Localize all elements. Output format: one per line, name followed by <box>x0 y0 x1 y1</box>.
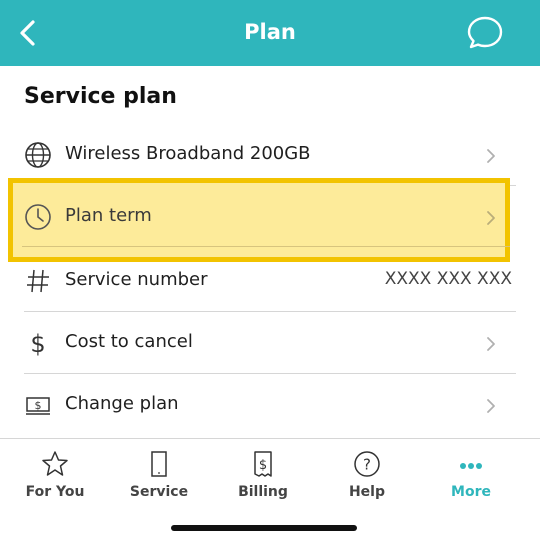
hash-icon <box>27 269 49 293</box>
tab-help[interactable]: ? Help <box>322 449 412 500</box>
svg-text:$: $ <box>30 330 45 357</box>
row-label: Cost to cancel <box>65 331 193 352</box>
billing-icon: $ <box>254 451 272 477</box>
tab-label: For You <box>25 484 85 500</box>
help-icon: ? <box>354 451 380 477</box>
phone-icon <box>151 451 167 477</box>
tab-label: More <box>451 484 491 500</box>
plan-row-wireless-broadband[interactable]: Wireless Broadband 200GB <box>0 124 540 186</box>
row-label: Change plan <box>65 393 179 414</box>
plan-row-cost-to-cancel[interactable]: $ Cost to cancel <box>0 312 540 374</box>
tab-more[interactable]: More <box>426 449 516 500</box>
globe-icon <box>25 142 51 168</box>
clock-icon <box>25 204 51 230</box>
chat-bubble-icon <box>467 16 503 49</box>
top-bar: Plan <box>0 0 540 66</box>
tab-billing[interactable]: $ Billing <box>218 449 308 500</box>
tab-bar: For You Service $ Billing ? Help More <box>0 438 540 519</box>
svg-text:$: $ <box>259 458 267 473</box>
svg-text:$: $ <box>35 399 42 412</box>
divider <box>22 246 510 247</box>
home-indicator <box>171 525 357 531</box>
chevron-right-icon <box>487 337 495 351</box>
plan-row-change-plan[interactable]: $ Change plan <box>0 374 540 436</box>
row-label: Wireless Broadband 200GB <box>65 143 311 164</box>
tab-label: Billing <box>238 484 288 500</box>
dollar-icon: $ <box>30 330 45 357</box>
chevron-right-icon <box>487 149 495 163</box>
tab-for-you[interactable]: For You <box>10 449 100 500</box>
page-title: Plan <box>244 20 296 44</box>
plan-row-plan-term[interactable]: Plan term <box>0 186 540 248</box>
service-number-value: XXXX XXX XXX <box>384 269 512 289</box>
tab-label: Service <box>129 484 189 500</box>
chevron-right-icon <box>487 399 495 413</box>
svg-text:?: ? <box>363 456 371 474</box>
row-label: Service number <box>65 269 208 290</box>
star-icon <box>42 451 68 476</box>
tab-label: Help <box>348 484 386 500</box>
chevron-right-icon <box>487 211 495 225</box>
bill-icon: $ <box>26 397 50 415</box>
tab-service[interactable]: Service <box>114 449 204 500</box>
row-label: Plan term <box>65 205 152 226</box>
chat-button[interactable] <box>466 14 504 52</box>
plan-row-service-number: Service number XXXX XXX XXX <box>0 250 540 312</box>
section-title: Service plan <box>24 84 177 109</box>
more-icon <box>460 463 482 469</box>
